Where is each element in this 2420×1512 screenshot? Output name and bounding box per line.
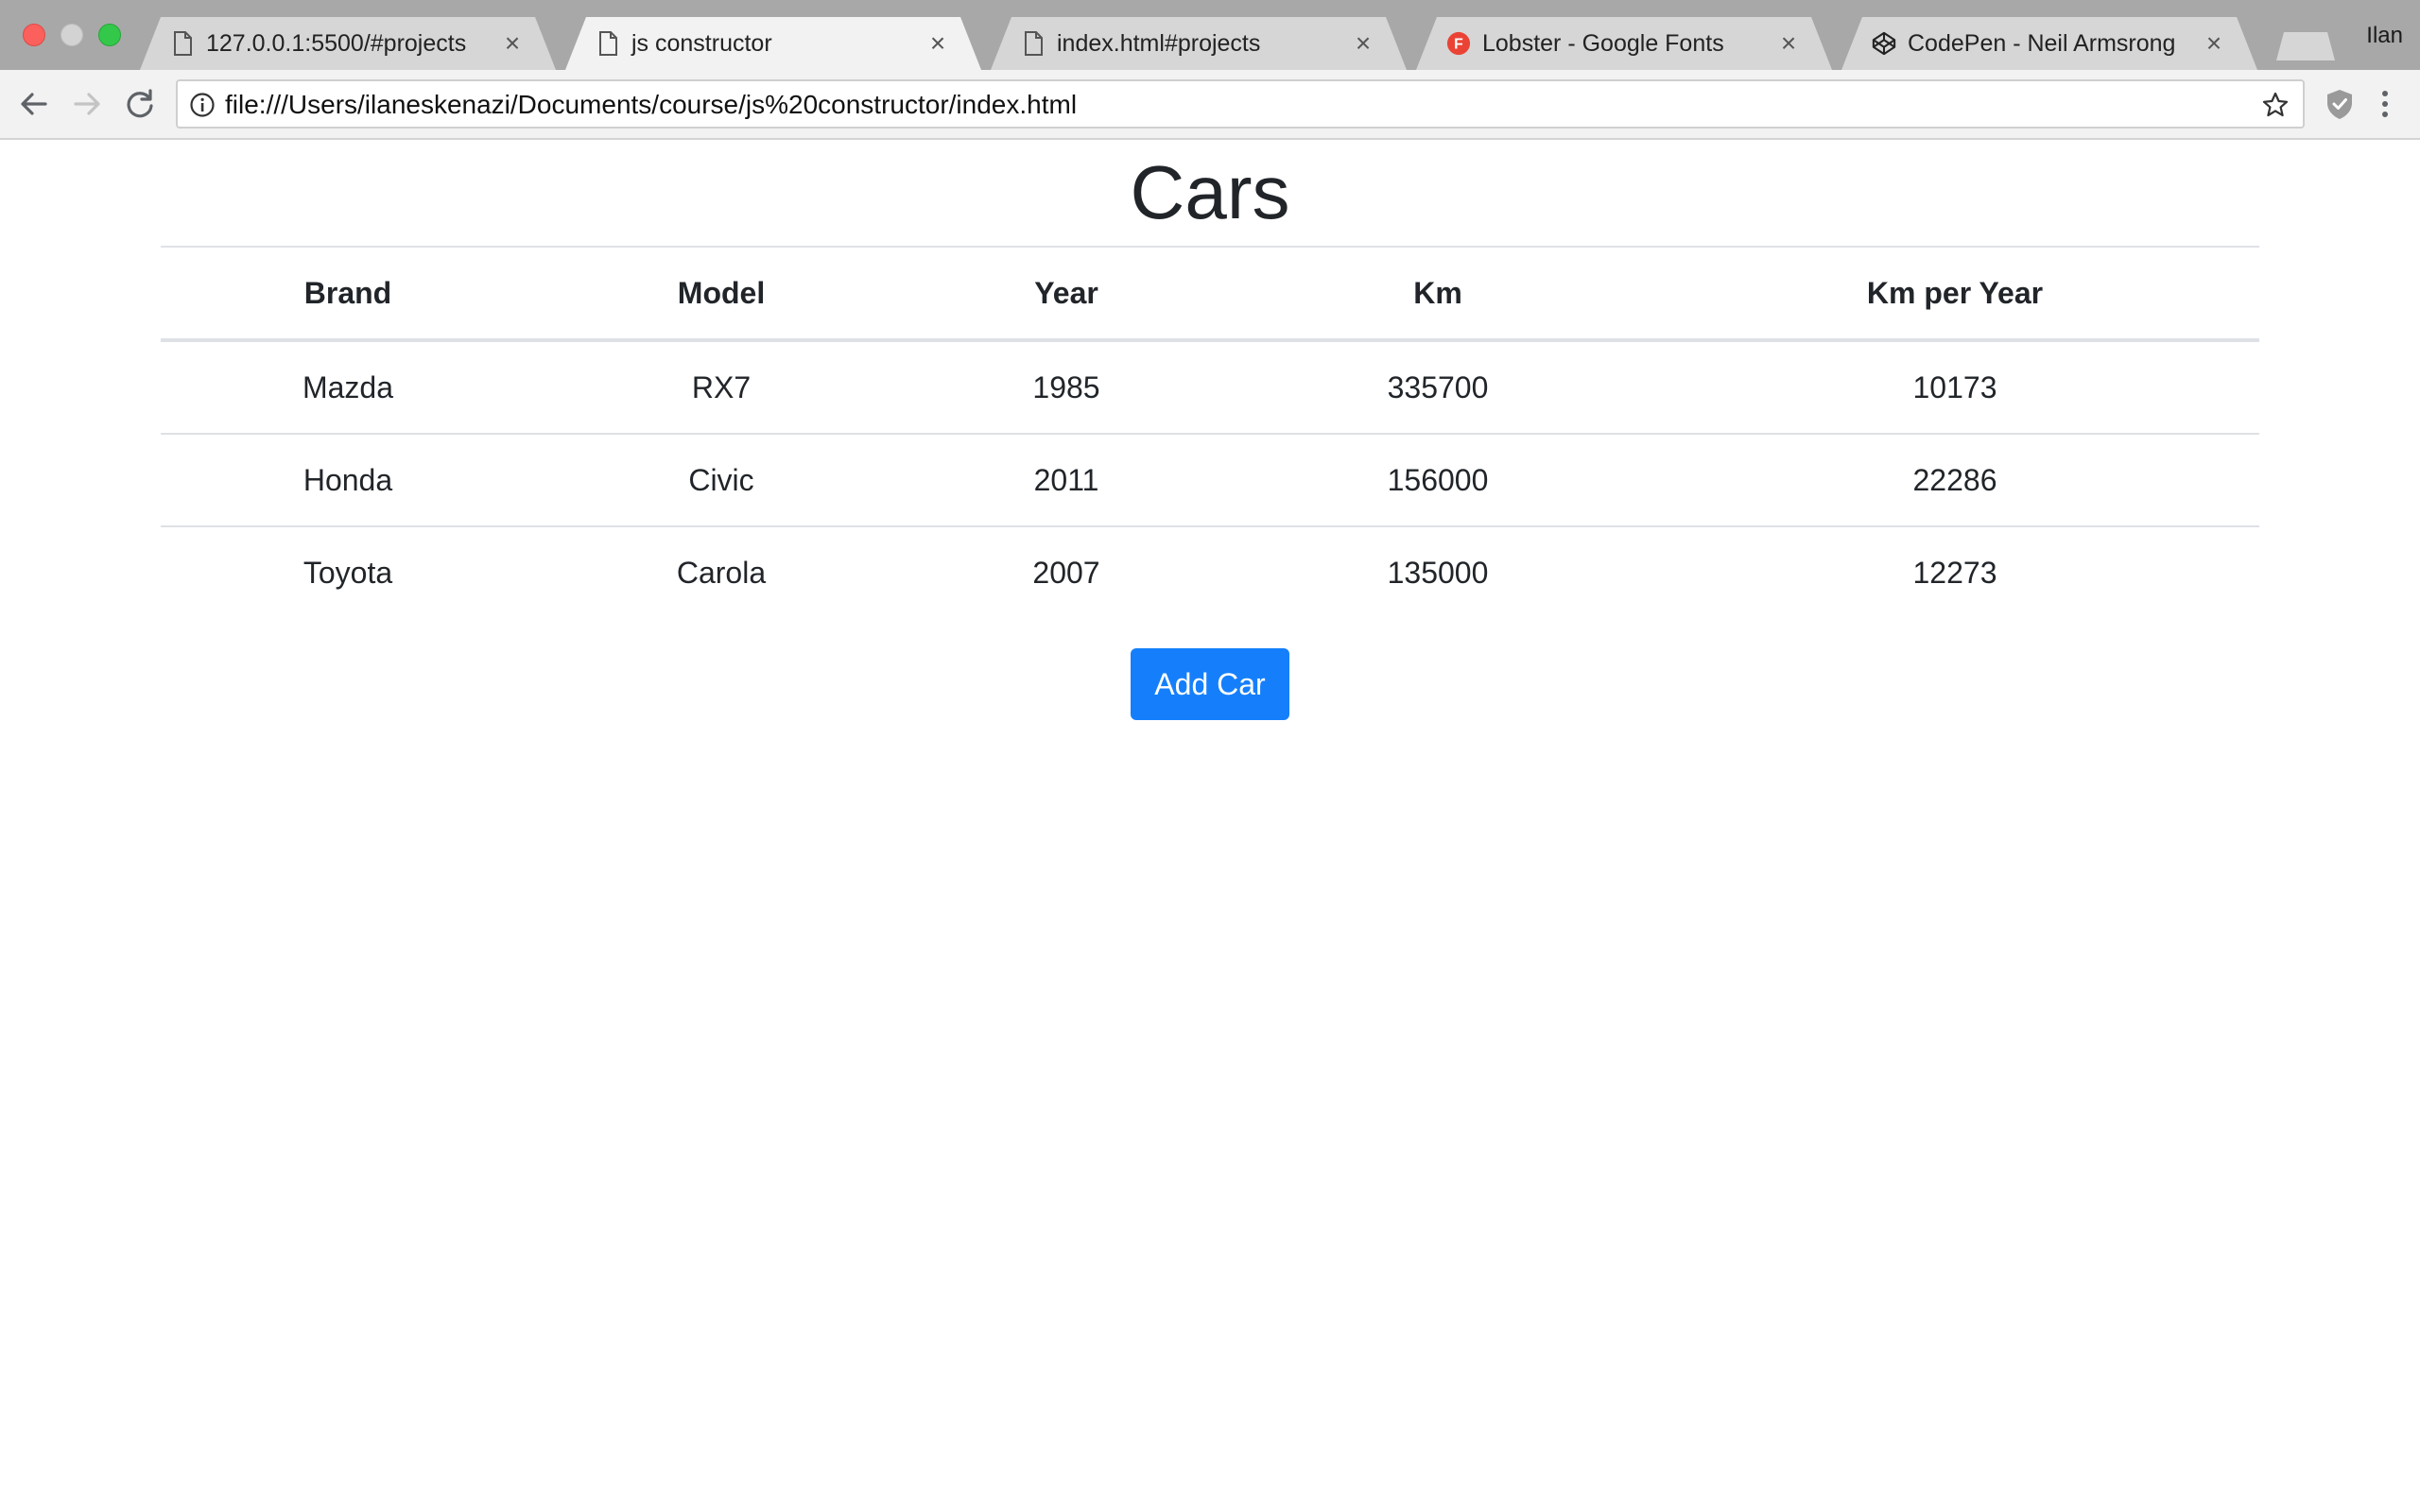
tab-google-fonts[interactable]: F Lobster - Google Fonts × <box>1416 17 1832 70</box>
column-header-year: Year <box>908 246 1225 342</box>
cell-brand: Toyota <box>161 525 535 618</box>
info-icon[interactable] <box>189 92 216 118</box>
zoom-window-button[interactable] <box>98 24 121 46</box>
codepen-icon <box>1872 30 1896 57</box>
cars-table: Brand Model Year Km Km per Year Mazda RX… <box>161 246 2259 618</box>
column-header-km-per-year: Km per Year <box>1651 246 2259 342</box>
cell-brand: Honda <box>161 433 535 526</box>
forward-arrow-icon[interactable] <box>68 85 106 123</box>
add-car-button[interactable]: Add Car <box>1131 648 1289 720</box>
cell-year: 1985 <box>1032 369 1100 404</box>
cell-year: 2007 <box>908 525 1225 618</box>
close-tab-icon[interactable]: × <box>499 30 526 57</box>
cell-model: Civic <box>535 433 908 526</box>
tab-localhost-projects[interactable]: 127.0.0.1:5500/#projects × <box>140 17 556 70</box>
cell-km-per-year: 10173 <box>1912 369 1997 404</box>
tab-js-constructor[interactable]: js constructor × <box>565 17 981 70</box>
table-header-row: Brand Model Year Km Km per Year <box>161 246 2259 342</box>
cell-km-per-year: 22286 <box>1651 433 2259 526</box>
cell-model: RX7 <box>691 369 752 404</box>
tab-title: 127.0.0.1:5500/#projects <box>206 30 467 57</box>
table-row: Honda Civic 2011 156000 22286 <box>161 433 2259 526</box>
document-icon <box>1021 30 1046 57</box>
reload-icon[interactable] <box>121 85 159 123</box>
bookmark-star-icon[interactable] <box>2261 91 2290 119</box>
url-text[interactable]: file:///Users/ilaneskenazi/Documents/cou… <box>225 91 1077 119</box>
document-icon <box>170 30 195 57</box>
tab-title: index.html#projects <box>1057 30 1261 57</box>
cell-km: 156000 <box>1225 433 1651 526</box>
close-tab-icon[interactable]: × <box>2201 30 2227 57</box>
tab-codepen[interactable]: CodePen - Neil Armsrong × <box>1841 17 2257 70</box>
column-header-model: Model <box>535 246 908 342</box>
column-header-brand: Brand <box>161 246 535 342</box>
cell-brand: Mazda <box>302 369 394 404</box>
svg-text:F: F <box>1454 37 1463 53</box>
tab-title: js constructor <box>631 30 772 57</box>
tab-strip: 127.0.0.1:5500/#projects × index.html#pr… <box>0 0 2420 70</box>
close-tab-icon[interactable]: × <box>1775 30 1802 57</box>
more-menu-icon[interactable] <box>2373 87 2397 121</box>
address-bar[interactable]: file:///Users/ilaneskenazi/Documents/cou… <box>176 79 2305 129</box>
table-row: Mazda RX7 1985 335700 10173 <box>161 340 2259 434</box>
document-icon <box>596 30 620 57</box>
close-tab-icon[interactable]: × <box>1350 30 1376 57</box>
profile-name[interactable]: Ilan <box>2366 23 2403 49</box>
minimize-window-button[interactable] <box>60 24 83 46</box>
tab-title: Lobster - Google Fonts <box>1482 30 1724 57</box>
back-arrow-icon[interactable] <box>15 85 53 123</box>
shield-extension-icon[interactable] <box>2324 87 2356 121</box>
page-content: Cars Brand Model Year Km Km per Year Maz… <box>0 140 2420 1512</box>
column-header-km: Km <box>1225 246 1651 342</box>
cell-model: Carola <box>535 525 908 618</box>
tab-title: CodePen - Neil Armsrong <box>1908 30 2176 57</box>
cell-km: 135000 <box>1225 525 1651 618</box>
browser-toolbar: file:///Users/ilaneskenazi/Documents/cou… <box>0 70 2420 140</box>
cell-year: 2011 <box>908 433 1225 526</box>
cell-km-per-year: 12273 <box>1651 525 2259 618</box>
close-tab-icon[interactable]: × <box>925 30 951 57</box>
table-row: Toyota Carola 2007 135000 12273 <box>161 525 2259 618</box>
new-tab-button[interactable] <box>2276 32 2335 60</box>
page-title: Cars <box>1130 150 1290 234</box>
tab-index-projects[interactable]: index.html#projects × <box>991 17 1407 70</box>
close-window-button[interactable] <box>23 24 45 46</box>
cell-km: 335700 <box>1387 369 1489 404</box>
browser-chrome: 127.0.0.1:5500/#projects × index.html#pr… <box>0 0 2420 140</box>
google-fonts-icon: F <box>1446 30 1471 57</box>
